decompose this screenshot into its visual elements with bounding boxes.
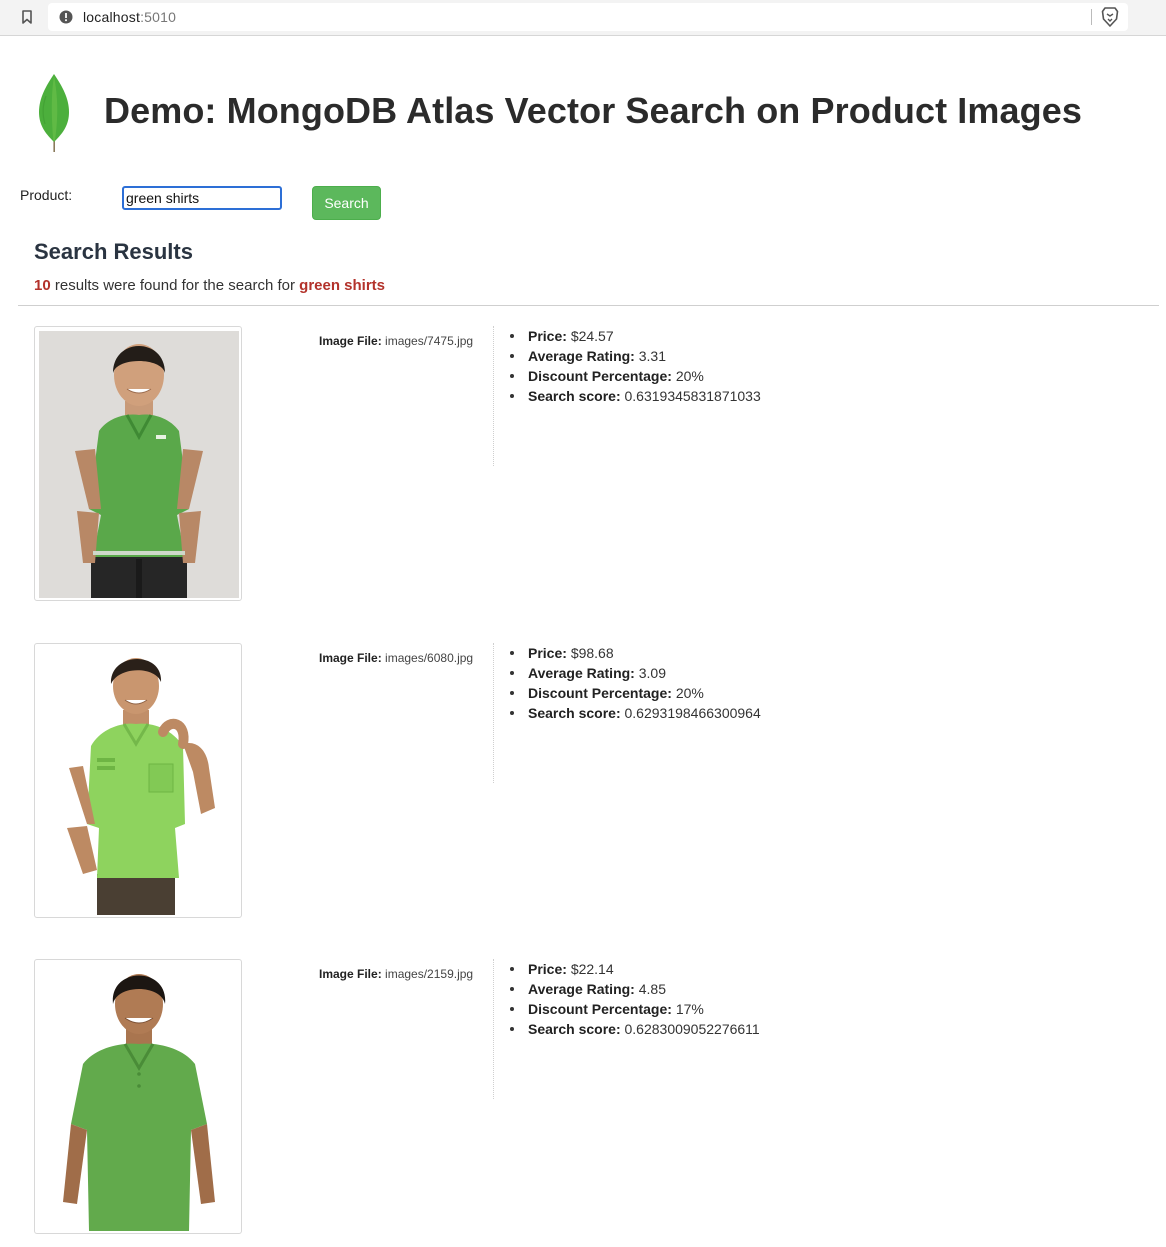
result-item: Image File: images/2159.jpg Price: $22.1… (0, 959, 1166, 1239)
rating-label: Average Rating: (528, 665, 635, 681)
discount-value: 20% (675, 685, 704, 701)
search-button[interactable]: Search (312, 186, 381, 220)
price-item: Price: $98.68 (509, 645, 761, 665)
url-host: localhost (83, 9, 141, 25)
discount-item: Discount Percentage: 20% (509, 368, 761, 388)
price-label: Price: (528, 961, 567, 977)
discount-item: Discount Percentage: 20% (509, 685, 761, 705)
score-value: 0.6283009052276611 (624, 1021, 760, 1037)
score-label: Search score: (528, 388, 621, 404)
discount-item: Discount Percentage: 17% (509, 1001, 760, 1021)
column-divider (493, 643, 494, 783)
bookmark-icon[interactable] (20, 9, 34, 25)
browser-toolbar: localhost:5010 (0, 0, 1166, 36)
image-file-label: Image File: (319, 651, 382, 665)
product-thumbnail[interactable] (34, 959, 242, 1234)
info-icon[interactable] (59, 10, 73, 24)
score-label: Search score: (528, 1021, 621, 1037)
image-file-info: Image File: images/2159.jpg (319, 967, 473, 981)
discount-value: 17% (675, 1001, 704, 1017)
image-file-info: Image File: images/7475.jpg (319, 334, 473, 348)
product-search-input[interactable] (122, 186, 282, 210)
result-item: Image File: images/7475.jpg Price: $24.5… (0, 326, 1166, 606)
rating-value: 3.31 (638, 348, 666, 364)
rating-value: 3.09 (638, 665, 666, 681)
product-details-list: Price: $98.68 Average Rating: 3.09 Disco… (509, 645, 761, 725)
column-divider (493, 326, 494, 466)
discount-label: Discount Percentage: (528, 1001, 672, 1017)
image-file-path: images/7475.jpg (385, 334, 474, 348)
product-label: Product: (20, 187, 73, 203)
rating-label: Average Rating: (528, 348, 635, 364)
discount-label: Discount Percentage: (528, 368, 672, 384)
result-item: Image File: images/6080.jpg Price: $98.6… (0, 643, 1166, 923)
rating-item: Average Rating: 3.31 (509, 348, 761, 368)
score-value: 0.6293198466300964 (624, 705, 761, 721)
brave-lion-icon[interactable] (1101, 7, 1119, 27)
product-details-list: Price: $22.14 Average Rating: 4.85 Disco… (509, 961, 760, 1041)
product-thumbnail[interactable] (34, 326, 242, 601)
page-title: Demo: MongoDB Atlas Vector Search on Pro… (104, 90, 1082, 131)
product-thumbnail[interactable] (34, 643, 242, 918)
image-file-label: Image File: (319, 334, 382, 348)
rating-item: Average Rating: 3.09 (509, 665, 761, 685)
score-item: Search score: 0.6319345831871033 (509, 388, 761, 408)
product-details-list: Price: $24.57 Average Rating: 3.31 Disco… (509, 328, 761, 408)
score-item: Search score: 0.6293198466300964 (509, 705, 761, 725)
price-value: $24.57 (570, 328, 614, 344)
discount-label: Discount Percentage: (528, 685, 672, 701)
rating-label: Average Rating: (528, 981, 635, 997)
results-count: 10 (34, 277, 51, 294)
product-image-green-polo (39, 331, 239, 598)
results-heading: Search Results (34, 239, 193, 264)
score-item: Search score: 0.6283009052276611 (509, 1021, 760, 1041)
url-port: :5010 (140, 9, 177, 25)
results-summary-text: results were found for the search for (54, 277, 295, 294)
price-value: $98.68 (570, 645, 614, 661)
image-file-path: images/6080.jpg (385, 651, 474, 665)
price-label: Price: (528, 328, 567, 344)
image-file-label: Image File: (319, 967, 382, 981)
product-image-light-green-polo (39, 648, 239, 915)
results-divider (18, 305, 1159, 306)
results-summary: 10 results were found for the search for… (34, 277, 385, 294)
image-file-info: Image File: images/6080.jpg (319, 651, 473, 665)
rating-item: Average Rating: 4.85 (509, 981, 760, 1001)
image-file-path: images/2159.jpg (385, 967, 474, 981)
price-item: Price: $24.57 (509, 328, 761, 348)
score-label: Search score: (528, 705, 621, 721)
rating-value: 4.85 (638, 981, 666, 997)
column-divider (493, 959, 494, 1099)
discount-value: 20% (675, 368, 704, 384)
product-image-green-tshirt (39, 964, 239, 1231)
price-item: Price: $22.14 (509, 961, 760, 981)
address-bar[interactable]: localhost:5010 (48, 3, 1128, 31)
price-label: Price: (528, 645, 567, 661)
address-divider (1091, 9, 1092, 25)
mongodb-leaf-logo (39, 74, 69, 152)
score-value: 0.6319345831871033 (624, 388, 761, 404)
url-text[interactable]: localhost:5010 (83, 9, 176, 25)
price-value: $22.14 (570, 961, 614, 977)
results-query: green shirts (299, 277, 386, 294)
